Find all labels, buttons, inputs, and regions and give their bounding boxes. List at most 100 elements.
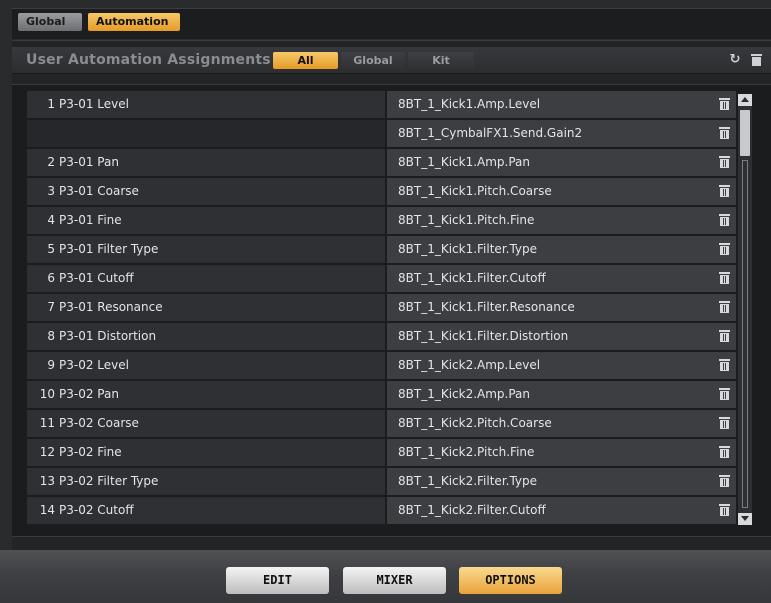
parameter-name: 8BT_1_Kick2.Amp.Pan [398,387,531,401]
mixer-button[interactable]: MIXER [343,567,446,594]
trash-icon[interactable] [719,417,730,429]
trash-icon[interactable] [719,301,730,313]
scrollbar-thumb[interactable] [740,110,750,156]
parameter-cell[interactable]: 8BT_1_Kick1.Amp.Pan [387,149,736,176]
automation-name: P3-01 Resonance [59,300,163,314]
parameter-name: 8BT_1_Kick2.Pitch.Fine [398,445,535,459]
automation-name: P3-01 Filter Type [59,242,159,256]
parameter-cell[interactable]: 8BT_1_Kick2.Pitch.Coarse [387,410,736,437]
parameter-name: 8BT_1_Kick1.Pitch.Coarse [398,184,552,198]
parameter-cell[interactable]: 8BT_1_Kick1.Pitch.Coarse [387,178,736,205]
trash-icon[interactable] [719,214,730,226]
automation-name-cell[interactable]: 14 P3-02 Cutoff [27,497,385,524]
parameter-cell[interactable]: 8BT_1_Kick2.Amp.Pan [387,381,736,408]
parameter-cell[interactable]: 8BT_1_CymbalFX1.Send.Gain2 [387,120,736,147]
parameter-name: 8BT_1_Kick1.Pitch.Fine [398,213,535,227]
parameter-name: 8BT_1_Kick1.Filter.Cutoff [398,271,546,285]
automation-name-cell[interactable]: 13 P3-02 Filter Type [27,468,385,495]
parameter-cell[interactable]: 8BT_1_Kick1.Amp.Level [387,91,736,118]
row-number: 10 [39,387,55,401]
automation-name: P3-01 Pan [59,155,119,169]
table-row[interactable]: 5 P3-01 Filter Type 8BT_1_Kick1.Filter.Typ… [27,236,736,265]
automation-name-cell[interactable]: 3 P3-01 Coarse [27,178,385,205]
scroll-up-arrow-icon[interactable] [738,94,752,106]
row-number: 9 [47,358,55,372]
row-number: 14 [39,503,55,517]
trash-icon[interactable] [719,185,730,197]
row-number: 8 [47,329,55,343]
scroll-down-arrow-icon[interactable] [738,513,752,525]
parameter-cell[interactable]: 8BT_1_Kick2.Amp.Level [387,352,736,379]
trash-icon[interactable] [719,388,730,400]
table-row[interactable]: 8 P3-01 Distortion 8BT_1_Kick1.Filter.Dist… [27,323,736,352]
row-number: 2 [47,155,55,169]
automation-name: P3-02 Level [59,358,129,372]
automation-name-cell[interactable]: 7 P3-01 Resonance [27,294,385,321]
automation-name-cell[interactable] [27,120,385,147]
trash-icon[interactable] [719,156,730,168]
filter-kit-button[interactable]: Kit [408,52,474,69]
row-number: 4 [47,213,55,227]
parameter-cell[interactable]: 8BT_1_Kick1.Filter.Distortion [387,323,736,350]
parameter-name: 8BT_1_Kick1.Filter.Type [398,242,538,256]
trash-icon[interactable] [719,330,730,342]
automation-name-cell[interactable]: 1 P3-01 Level [27,91,385,118]
automation-name-cell[interactable]: 12 P3-02 Fine [27,439,385,466]
refresh-icon[interactable]: ↻ [728,53,742,67]
table-row[interactable]: 10 P3-02 Pan 8BT_1_Kick2.Amp.Pan [27,381,736,410]
scrollbar[interactable] [738,94,752,525]
automation-name-cell[interactable]: 9 P3-02 Level [27,352,385,379]
automation-name: P3-01 Coarse [59,184,139,198]
automation-name-cell[interactable]: 10 P3-02 Pan [27,381,385,408]
table-row[interactable]: 7 P3-01 Resonance 8BT_1_Kick1.Filter.Reson… [27,294,736,323]
table-row[interactable]: 4 P3-01 Fine 8BT_1_Kick1.Pitch.Fine [27,207,736,236]
trash-icon[interactable] [719,98,730,110]
table-row[interactable]: 9 P3-02 Level 8BT_1_Kick2.Amp.Level [27,352,736,381]
filter-all-button[interactable]: All [273,52,338,69]
trash-icon[interactable] [750,53,764,67]
table-row[interactable]: 8BT_1_CymbalFX1.Send.Gain2 [27,120,736,149]
trash-icon[interactable] [719,475,730,487]
trash-icon[interactable] [719,504,730,516]
automation-name-cell[interactable]: 5 P3-01 Filter Type [27,236,385,263]
automation-name-cell[interactable]: 2 P3-01 Pan [27,149,385,176]
table-row[interactable]: 12 P3-02 Fine 8BT_1_Kick2.Pitch.Fine [27,439,736,468]
tab-automation[interactable]: Automation [88,13,180,31]
row-number: 11 [39,416,55,430]
trash-icon[interactable] [719,446,730,458]
options-button[interactable]: OPTIONS [459,567,562,594]
automation-name-cell[interactable]: 8 P3-01 Distortion [27,323,385,350]
parameter-name: 8BT_1_CymbalFX1.Send.Gain2 [398,126,583,140]
parameter-cell[interactable]: 8BT_1_Kick2.Pitch.Fine [387,439,736,466]
row-number: 3 [47,184,55,198]
automation-name: P3-02 Fine [59,445,122,459]
automation-name-cell[interactable]: 6 P3-01 Cutoff [27,265,385,292]
filter-global-button[interactable]: Global [341,52,405,69]
edit-button[interactable]: EDIT [226,567,329,594]
automation-name-cell[interactable]: 11 P3-02 Coarse [27,410,385,437]
parameter-cell[interactable]: 8BT_1_Kick1.Filter.Resonance [387,294,736,321]
table-row[interactable]: 6 P3-01 Cutoff 8BT_1_Kick1.Filter.Cutoff [27,265,736,294]
parameter-cell[interactable]: 8BT_1_Kick2.Filter.Type [387,468,736,495]
table-row[interactable]: 1 P3-01 Level 8BT_1_Kick1.Amp.Level [27,91,736,120]
table-row[interactable]: 11 P3-02 Coarse 8BT_1_Kick2.Pitch.Coarse [27,410,736,439]
scrollbar-track[interactable] [742,160,748,508]
parameter-cell[interactable]: 8BT_1_Kick1.Filter.Type [387,236,736,263]
trash-icon[interactable] [719,127,730,139]
trash-icon[interactable] [719,272,730,284]
trash-icon[interactable] [719,243,730,255]
table-row[interactable]: 14 P3-02 Cutoff 8BT_1_Kick2.Filter.Cutoff [27,497,736,526]
tab-global[interactable]: Global [18,13,82,31]
table-row[interactable]: 2 P3-01 Pan 8BT_1_Kick1.Amp.Pan [27,149,736,178]
parameter-cell[interactable]: 8BT_1_Kick2.Filter.Cutoff [387,497,736,524]
trash-icon[interactable] [719,359,730,371]
panel-title: User Automation Assignments [26,52,271,68]
table-row[interactable]: 13 P3-02 Filter Type 8BT_1_Kick2.Filter.Ty… [27,468,736,497]
row-number: 1 [47,97,55,111]
parameter-name: 8BT_1_Kick1.Amp.Level [398,97,541,111]
parameter-cell[interactable]: 8BT_1_Kick1.Pitch.Fine [387,207,736,234]
parameter-name: 8BT_1_Kick2.Pitch.Coarse [398,416,552,430]
automation-name-cell[interactable]: 4 P3-01 Fine [27,207,385,234]
table-row[interactable]: 3 P3-01 Coarse 8BT_1_Kick1.Pitch.Coarse [27,178,736,207]
parameter-cell[interactable]: 8BT_1_Kick1.Filter.Cutoff [387,265,736,292]
